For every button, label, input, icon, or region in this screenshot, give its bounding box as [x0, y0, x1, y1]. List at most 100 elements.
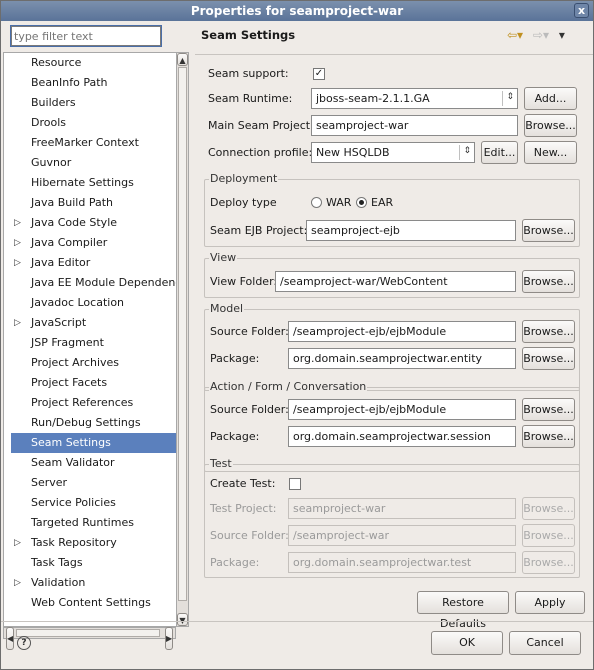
- expand-arrow-icon[interactable]: ▷: [14, 213, 21, 233]
- apply-button[interactable]: Apply: [515, 591, 585, 614]
- expand-arrow-icon[interactable]: ▷: [14, 233, 21, 253]
- add-runtime-button[interactable]: Add...: [524, 87, 577, 110]
- filter-input[interactable]: [10, 25, 162, 47]
- model-title: Model: [209, 302, 245, 315]
- tree-item[interactable]: Targeted Runtimes: [11, 513, 176, 533]
- restore-defaults-button[interactable]: Restore Defaults: [417, 591, 509, 630]
- tree-item[interactable]: FreeMarker Context: [11, 133, 176, 153]
- tree-item[interactable]: Java Build Path: [11, 193, 176, 213]
- test-project-field: seamproject-war: [288, 498, 516, 519]
- war-radio[interactable]: [311, 197, 322, 208]
- close-icon[interactable]: x: [574, 3, 589, 18]
- scroll-down-icon[interactable]: ▼: [177, 613, 188, 626]
- tree-item[interactable]: Server: [11, 473, 176, 493]
- tree-item[interactable]: Task Tags: [11, 553, 176, 573]
- tree-item[interactable]: Project References: [11, 393, 176, 413]
- tree-item-label: Project Facets: [31, 376, 108, 389]
- browse-view-button[interactable]: Browse...: [522, 270, 575, 293]
- browse-model-package-button[interactable]: Browse...: [522, 347, 575, 370]
- tree-item-label: Java Build Path: [31, 196, 114, 209]
- tree-item-label: Validation: [31, 576, 86, 589]
- right-panel: Seam Settings ⇦▾ ⇨▾ ▾ Seam support: ✓ Se…: [195, 22, 593, 630]
- tree-item-label: Java EE Module Dependencies: [31, 276, 176, 289]
- scroll-left-icon[interactable]: ◀: [6, 627, 15, 650]
- tree-item[interactable]: ▷ Java Editor: [11, 253, 176, 273]
- tree-item[interactable]: Run/Debug Settings: [11, 413, 176, 433]
- browse-test-source-button: Browse...: [522, 524, 575, 547]
- tree-item[interactable]: Guvnor: [11, 153, 176, 173]
- expand-arrow-icon[interactable]: ▷: [14, 313, 21, 333]
- tree-item[interactable]: BeanInfo Path: [11, 73, 176, 93]
- back-arrow-icon[interactable]: ⇦▾: [507, 28, 523, 42]
- tree-item[interactable]: Drools: [11, 113, 176, 133]
- browse-action-package-button[interactable]: Browse...: [522, 425, 575, 448]
- action-package-field[interactable]: org.domain.seamprojectwar.session: [288, 426, 516, 447]
- tree-item[interactable]: Project Archives: [11, 353, 176, 373]
- browse-main-project-button[interactable]: Browse...: [524, 114, 577, 137]
- tree-item[interactable]: Java EE Module Dependencies: [11, 273, 176, 293]
- tree-item[interactable]: Resource: [11, 53, 176, 73]
- view-menu-icon[interactable]: ▾: [559, 28, 565, 42]
- tree-item[interactable]: Seam Settings: [11, 433, 176, 453]
- expand-arrow-icon[interactable]: ▷: [14, 253, 21, 273]
- model-package-field[interactable]: org.domain.seamprojectwar.entity: [288, 348, 516, 369]
- browse-ejb-button[interactable]: Browse...: [522, 219, 575, 242]
- tree-item[interactable]: Hibernate Settings: [11, 173, 176, 193]
- window-title: Properties for seamproject-war: [190, 4, 404, 18]
- tree-item[interactable]: ▷ JavaScript: [11, 313, 176, 333]
- expand-arrow-icon[interactable]: ▷: [14, 573, 21, 593]
- tree-item-label: Hibernate Settings: [31, 176, 134, 189]
- scroll-thumb[interactable]: [178, 67, 187, 601]
- forward-arrow-icon[interactable]: ⇨▾: [533, 28, 549, 42]
- ear-radio[interactable]: [356, 197, 367, 208]
- tree-item[interactable]: JSP Fragment: [11, 333, 176, 353]
- tree-item[interactable]: ▷ Task Repository: [11, 533, 176, 553]
- tree-item-label: Project Archives: [31, 356, 120, 369]
- runtime-select[interactable]: jboss-seam-2.1.1.GA ⇕: [311, 88, 518, 109]
- view-folder-field[interactable]: /seamproject-war/WebContent: [275, 271, 516, 292]
- tree-item-label: Web Content Settings: [31, 596, 151, 609]
- tree-item[interactable]: Seam Validator: [11, 453, 176, 473]
- seam-support-checkbox[interactable]: ✓: [313, 68, 325, 80]
- seam-support-label: Seam support:: [208, 67, 289, 80]
- tree-item[interactable]: ▷ Validation: [11, 573, 176, 593]
- expand-arrow-icon[interactable]: ▷: [14, 533, 21, 553]
- tree-item[interactable]: ▷ Java Code Style: [11, 213, 176, 233]
- test-source-label: Source Folder:: [210, 529, 289, 542]
- tree-item-label: Targeted Runtimes: [31, 516, 134, 529]
- scroll-up-icon[interactable]: ▲: [177, 53, 188, 66]
- tree-vertical-scrollbar[interactable]: ▲ ▼: [176, 52, 189, 627]
- help-icon[interactable]: ?: [17, 636, 31, 650]
- header-divider: [195, 54, 593, 55]
- action-source-field[interactable]: /seamproject-ejb/ejbModule: [288, 399, 516, 420]
- tree-item[interactable]: Builders: [11, 93, 176, 113]
- hscroll-thumb[interactable]: [16, 629, 160, 637]
- properties-dialog: Properties for seamproject-war x Resourc…: [0, 0, 594, 670]
- scroll-right-icon[interactable]: ▶: [165, 627, 174, 650]
- browse-action-source-button[interactable]: Browse...: [522, 398, 575, 421]
- tree-item[interactable]: Project Facets: [11, 373, 176, 393]
- model-source-field[interactable]: /seamproject-ejb/ejbModule: [288, 321, 516, 342]
- ok-button[interactable]: OK: [431, 631, 503, 655]
- tree-item[interactable]: Web Content Settings: [11, 593, 176, 613]
- edit-connection-button[interactable]: Edit...: [481, 141, 518, 164]
- title-bar: Properties for seamproject-war x: [1, 1, 593, 21]
- tree-item-label: Seam Settings: [31, 436, 111, 449]
- connection-select[interactable]: New HSQLDB ⇕: [311, 142, 475, 163]
- tree-item[interactable]: Javadoc Location: [11, 293, 176, 313]
- create-test-checkbox[interactable]: [289, 478, 301, 490]
- combo-chevron-icon: ⇕: [506, 92, 514, 102]
- tree-item[interactable]: Service Policies: [11, 493, 176, 513]
- new-connection-button[interactable]: New...: [524, 141, 577, 164]
- tree-item-label: Service Policies: [31, 496, 116, 509]
- tree-item[interactable]: ▷ Java Compiler: [11, 233, 176, 253]
- runtime-value: jboss-seam-2.1.1.GA: [316, 92, 430, 105]
- browse-model-source-button[interactable]: Browse...: [522, 320, 575, 343]
- cancel-button[interactable]: Cancel: [509, 631, 581, 655]
- test-title: Test: [209, 457, 233, 470]
- tree-item-label: JSP Fragment: [31, 336, 104, 349]
- main-project-field[interactable]: seamproject-war: [311, 115, 518, 136]
- tree-item-label: JavaScript: [31, 316, 87, 329]
- ejb-project-field[interactable]: seamproject-ejb: [306, 220, 516, 241]
- nav-icons: ⇦▾ ⇨▾ ▾: [507, 28, 571, 42]
